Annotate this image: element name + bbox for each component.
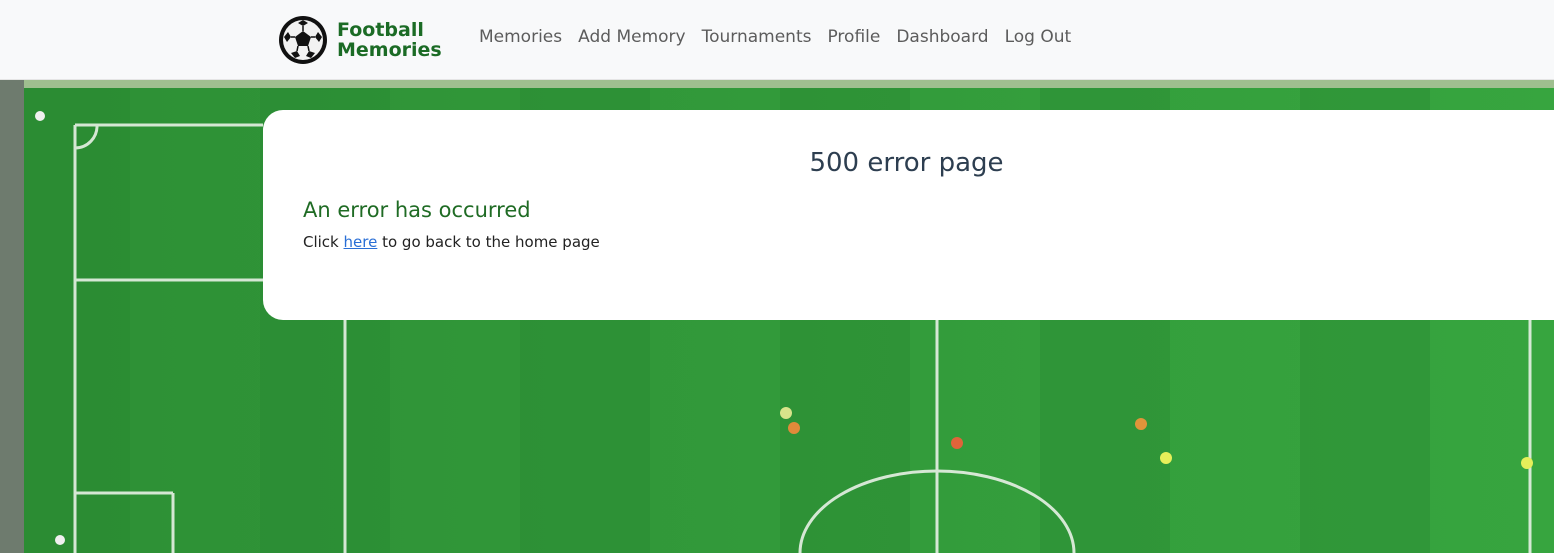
- brand-line-2: Memories: [337, 39, 442, 61]
- home-link[interactable]: here: [344, 233, 378, 251]
- nav-link-memories[interactable]: Memories: [479, 27, 562, 47]
- page-title: 500 error page: [263, 148, 1554, 178]
- soccer-ball-icon: [279, 16, 327, 64]
- error-message: Click here to go back to the home page: [303, 233, 600, 251]
- error-text-before: Click: [303, 233, 344, 251]
- error-text-after: to go back to the home page: [377, 233, 600, 251]
- nav-link-dashboard[interactable]: Dashboard: [896, 27, 988, 47]
- nav-link-log-out[interactable]: Log Out: [1005, 27, 1072, 47]
- error-card: 500 error page An error has occurred Cli…: [263, 110, 1554, 320]
- nav-links: Memories Add Memory Tournaments Profile …: [479, 27, 1071, 47]
- brand-line-1: Football: [337, 19, 424, 41]
- nav-link-add-memory[interactable]: Add Memory: [578, 27, 685, 47]
- error-heading: An error has occurred: [303, 198, 531, 222]
- brand-link[interactable]: Football Memories: [278, 15, 442, 65]
- brand-name: Football Memories: [337, 20, 442, 60]
- navbar: Football Memories Memories Add Memory To…: [0, 0, 1554, 80]
- nav-link-tournaments[interactable]: Tournaments: [702, 27, 812, 47]
- page-title-text: 500 error page: [809, 148, 1004, 178]
- nav-link-profile[interactable]: Profile: [827, 27, 880, 47]
